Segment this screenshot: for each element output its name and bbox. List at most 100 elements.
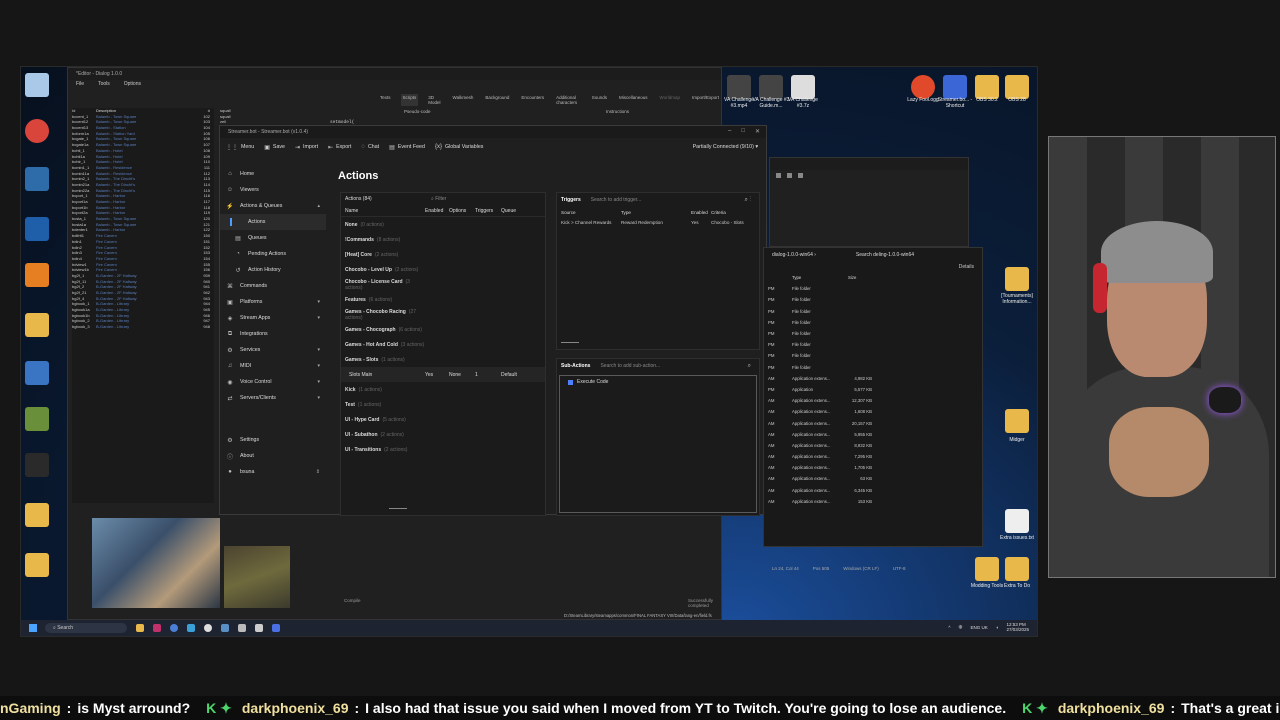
action-group-row[interactable]: UI - Transitions (2 actions) [341, 442, 545, 457]
trigger-search-input[interactable]: Search to add trigger... [591, 197, 642, 203]
file-row[interactable]: PM File folder [764, 328, 982, 339]
action-group-row[interactable]: Test (1 actions) [341, 397, 545, 412]
sidebar-item-integrations[interactable]: ⧉ Integrations [220, 326, 326, 342]
file-row[interactable]: PM File folder [764, 350, 982, 361]
sidebar-item-services[interactable]: ⚙ Services ▾ [220, 342, 326, 358]
explorer-path[interactable]: dialog-1.0.0-win64 › [772, 252, 816, 258]
sidebar-item-about[interactable]: ⓘ About [220, 448, 326, 464]
menu-button[interactable]: ⋮⋮ Menu [226, 144, 254, 151]
tab-import-export[interactable]: Import/Export [690, 94, 721, 106]
action-group-row[interactable]: None (0 actions) [341, 217, 545, 232]
action-group-row[interactable]: Chocobo - License Card (3 actions) [341, 277, 545, 292]
trigger-row[interactable]: Kick > Channel Rewards Reward Redemption… [557, 217, 759, 227]
tab-additional-characters[interactable]: Additional characters [554, 94, 582, 106]
action-group-row[interactable]: Games - Chocograph (6 actions) [341, 322, 545, 337]
desktop-icon-video[interactable] [727, 75, 751, 99]
sidebar-item-platforms[interactable]: ▣ Platforms ▾ [220, 294, 326, 310]
action-group-row[interactable]: Features (6 actions) [341, 292, 545, 307]
col-name[interactable]: Name [345, 208, 425, 214]
close-icon[interactable]: ✕ [755, 128, 760, 135]
action-group-row[interactable]: Chocobo - Level Up (2 actions) [341, 262, 545, 277]
desktop-icon-recycle-bin[interactable] [25, 73, 49, 97]
windows-start-icon[interactable] [29, 624, 37, 632]
obs-icon[interactable] [204, 624, 212, 632]
col-queue[interactable]: Queue [501, 208, 516, 214]
file-row[interactable]: AM Application extens... 4,982 KB [764, 373, 982, 384]
sidebar-item-bsuna[interactable]: ● bsuna ⇕ [220, 464, 326, 480]
col-source[interactable]: Source [561, 210, 621, 215]
chat-button[interactable]: ◌ Chat [361, 144, 379, 150]
streamerbot-window[interactable]: Streamer.bot - Streamer.bot (v1.0.4) – □… [219, 125, 767, 516]
col-criteria[interactable]: Criteria [711, 210, 726, 215]
tab-scripts[interactable]: Scripts [400, 94, 419, 106]
tab-miscellaneous[interactable]: Miscellaneous [617, 94, 650, 106]
action-group-row[interactable]: !Commands (8 actions) [341, 232, 545, 247]
subaction-item[interactable]: Execute Code [560, 376, 756, 388]
subaction-search-input[interactable]: Search to add sub-action... [600, 363, 660, 369]
desktop-icon-folder[interactable] [975, 557, 999, 581]
action-group-row[interactable]: [Heat] Core (2 actions) [341, 247, 545, 262]
sidebar-item-settings[interactable]: ⚙ Settings [220, 432, 326, 448]
field-list[interactable]: Id Description # bccent_1 Balamb - Town S… [72, 108, 214, 503]
action-group-row[interactable]: Games - Slots (1 actions) [341, 352, 545, 367]
tab-3d-model[interactable]: 3D Model [426, 94, 442, 106]
format-icon[interactable] [787, 173, 792, 178]
file-row[interactable]: AM Application extens... 8,932 KB [764, 440, 982, 451]
network-icon[interactable]: ◍ [959, 624, 963, 630]
desktop-icon-video[interactable] [759, 75, 783, 99]
sidebar-item-home[interactable]: ⌂ Home [220, 166, 326, 182]
close-icon[interactable] [776, 173, 781, 178]
app-icon[interactable] [187, 624, 195, 632]
lang-indicator[interactable]: ENG UK [970, 625, 987, 630]
desktop-icon-folder[interactable] [975, 75, 999, 99]
menu-tools[interactable]: Tools [98, 81, 110, 89]
file-row[interactable]: PM Application 5,577 KB [764, 384, 982, 395]
chevron-down-icon[interactable]: ▾ [317, 395, 320, 401]
chevron-down-icon[interactable]: ▾ [317, 299, 320, 305]
desktop-icon-file[interactable] [1005, 509, 1029, 533]
search-icon[interactable]: ⌕ ⋮ [744, 197, 751, 204]
export-button[interactable]: ⇤ Export [328, 144, 351, 151]
desktop-icon-chrome[interactable] [25, 119, 49, 143]
save-button[interactable]: ▣ Save [264, 144, 285, 151]
col-type[interactable]: Type [792, 275, 848, 280]
action-group-row[interactable]: UI - Subathon (2 actions) [341, 427, 545, 442]
sidebar-item-commands[interactable]: ⌘ Commands [220, 278, 326, 294]
sidebar-item-voice-control[interactable]: ◉ Voice Control ▾ [220, 374, 326, 390]
file-row[interactable]: AM Application extens... 12,307 KB [764, 395, 982, 406]
details-button[interactable]: Details [764, 262, 982, 272]
menu-options[interactable]: Options [124, 81, 141, 89]
subactions-list[interactable]: Execute Code [559, 375, 757, 513]
sidebar-item-actions[interactable]: Actions [220, 214, 326, 230]
horizontal-scrollbar[interactable] [561, 341, 579, 343]
settings-icon[interactable] [255, 624, 263, 632]
file-row[interactable]: PM File folder [764, 306, 982, 317]
maximize-icon[interactable]: □ [741, 128, 745, 135]
file-row[interactable]: AM Application extens... 5,955 KB [764, 429, 982, 440]
file-explorer-icon[interactable] [136, 624, 144, 632]
app-icon[interactable] [238, 624, 246, 632]
file-row[interactable]: AM Application extens... 6,345 KB [764, 485, 982, 496]
col-enabled[interactable]: Enabled [691, 210, 711, 215]
desktop-icon-folder[interactable] [25, 503, 49, 527]
tab-encounters[interactable]: Encounters [519, 94, 546, 106]
desktop-icon-vlc[interactable] [25, 263, 49, 287]
file-row[interactable]: PM File folder [764, 339, 982, 350]
sidebar-item-pending-actions[interactable]: ◔ Pending Actions [220, 246, 326, 262]
desktop-icon-folder[interactable] [25, 553, 49, 577]
desktop-icon-streamerbot[interactable] [943, 75, 967, 99]
sidebar-item-queues[interactable]: ▤ Queues [220, 230, 326, 246]
desktop-icon-app[interactable] [25, 453, 49, 477]
sidebar-item-action-history[interactable]: ↺ Action History [220, 262, 326, 278]
action-group-row[interactable]: Kick (1 actions) [341, 382, 545, 397]
col-enabled[interactable]: Enabled [425, 208, 449, 214]
file-row[interactable]: PM File folder [764, 317, 982, 328]
desktop-icon-app[interactable] [25, 361, 49, 385]
tab-sounds[interactable]: Sounds [590, 94, 609, 106]
action-group-row[interactable]: UI - Hype Card (5 actions) [341, 412, 545, 427]
chevron-up-icon[interactable]: ^ [948, 625, 950, 630]
file-row[interactable]: AM Application extens... 63 KB [764, 473, 982, 484]
col-triggers[interactable]: Triggers [475, 208, 501, 214]
desktop-icon-folder[interactable] [1005, 557, 1029, 581]
list-item[interactable]: bgbook_3 B-Garden - Library 948 [72, 324, 214, 330]
